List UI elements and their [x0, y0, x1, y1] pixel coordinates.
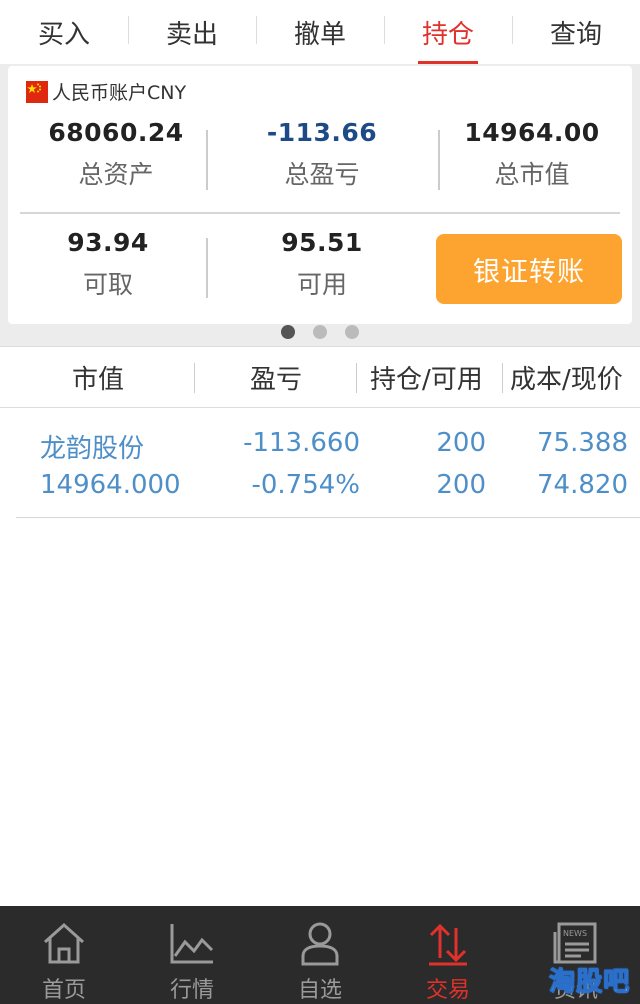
header-position-available[interactable]: 持仓/可用 — [370, 347, 483, 407]
current-price: 74.820 — [537, 470, 628, 500]
bottom-nav-bar: 首页 行情 自选 交易 NEWS 资讯 淘股吧 — [0, 906, 640, 1004]
nav-market-label: 行情 — [169, 978, 214, 1003]
available-label: 可用 — [296, 270, 347, 299]
divider — [206, 130, 208, 190]
header-pnl[interactable]: 盈亏 — [250, 347, 302, 407]
trade-arrows-icon — [429, 923, 467, 966]
nav-home[interactable]: 首页 — [0, 906, 128, 1004]
tab-buy[interactable]: 买入 — [0, 0, 128, 64]
tab-positions[interactable]: 持仓 — [384, 0, 512, 64]
nav-trade[interactable]: 交易 — [384, 906, 512, 1004]
header-cost-price[interactable]: 成本/现价 — [510, 347, 623, 407]
holdings-table-header: 市值 盈亏 持仓/可用 成本/现价 — [0, 346, 640, 408]
pnl-percent: -0.754% — [251, 470, 360, 500]
horizontal-divider — [20, 212, 620, 214]
total-pnl-label: 总盈亏 — [284, 160, 360, 189]
pnl-amount: -113.660 — [243, 428, 360, 458]
table-row[interactable]: 龙韵股份 14964.000 -113.660 -0.754% 200 200 … — [16, 408, 640, 518]
available-stat: 95.51 可用 — [222, 228, 422, 301]
available-value: 95.51 — [281, 228, 363, 257]
account-summary-area: 人民币账户CNY 68060.24 总资产 -113.66 总盈亏 14964.… — [0, 64, 640, 346]
divider — [206, 238, 208, 298]
header-separator — [356, 363, 357, 393]
svg-text:NEWS: NEWS — [563, 929, 587, 938]
chart-line-icon — [170, 924, 214, 964]
total-market-value-value: 14964.00 — [464, 118, 600, 147]
nav-watchlist-label: 自选 — [297, 978, 342, 1003]
header-separator — [502, 363, 503, 393]
page-dot[interactable] — [281, 325, 295, 339]
total-market-value-label: 总市值 — [494, 160, 570, 189]
account-header: 人民币账户CNY — [26, 78, 186, 105]
page-dot[interactable] — [345, 325, 359, 339]
total-assets-label: 总资产 — [78, 160, 154, 189]
account-card[interactable]: 人民币账户CNY 68060.24 总资产 -113.66 总盈亏 14964.… — [8, 66, 632, 324]
stock-name: 龙韵股份 — [40, 434, 145, 464]
user-icon — [301, 922, 339, 966]
available-qty: 200 — [436, 470, 486, 500]
china-flag-icon — [26, 80, 48, 103]
header-market-value[interactable]: 市值 — [72, 347, 124, 407]
account-title: 人民币账户CNY — [52, 82, 187, 104]
cost-price: 75.388 — [537, 428, 628, 458]
bank-securities-transfer-button[interactable]: 银证转账 — [436, 234, 622, 304]
position-qty: 200 — [436, 428, 486, 458]
withdrawable-stat: 93.94 可取 — [8, 228, 208, 301]
total-market-value-stat: 14964.00 总市值 — [432, 118, 632, 191]
nav-home-label: 首页 — [41, 978, 86, 1003]
home-icon — [43, 922, 85, 964]
nav-market[interactable]: 行情 — [128, 906, 256, 1004]
watermark-logo: 淘股吧 — [548, 967, 630, 998]
withdrawable-label: 可取 — [82, 270, 133, 299]
tab-cancel-order[interactable]: 撤单 — [256, 0, 384, 64]
header-separator — [194, 363, 195, 393]
total-pnl-stat: -113.66 总盈亏 — [222, 118, 422, 191]
nav-trade-label: 交易 — [425, 978, 470, 1003]
nav-watchlist[interactable]: 自选 — [256, 906, 384, 1004]
market-value: 14964.000 — [40, 470, 181, 500]
tab-sell[interactable]: 卖出 — [128, 0, 256, 64]
carousel-page-dots — [0, 324, 640, 340]
total-assets-stat: 68060.24 总资产 — [16, 118, 216, 191]
withdrawable-value: 93.94 — [67, 228, 149, 257]
total-pnl-value: -113.66 — [266, 118, 378, 147]
page-dot[interactable] — [313, 325, 327, 339]
tab-query[interactable]: 查询 — [512, 0, 640, 64]
top-tab-bar: 买入 卖出 撤单 持仓 查询 — [0, 0, 640, 64]
total-assets-value: 68060.24 — [48, 118, 184, 147]
